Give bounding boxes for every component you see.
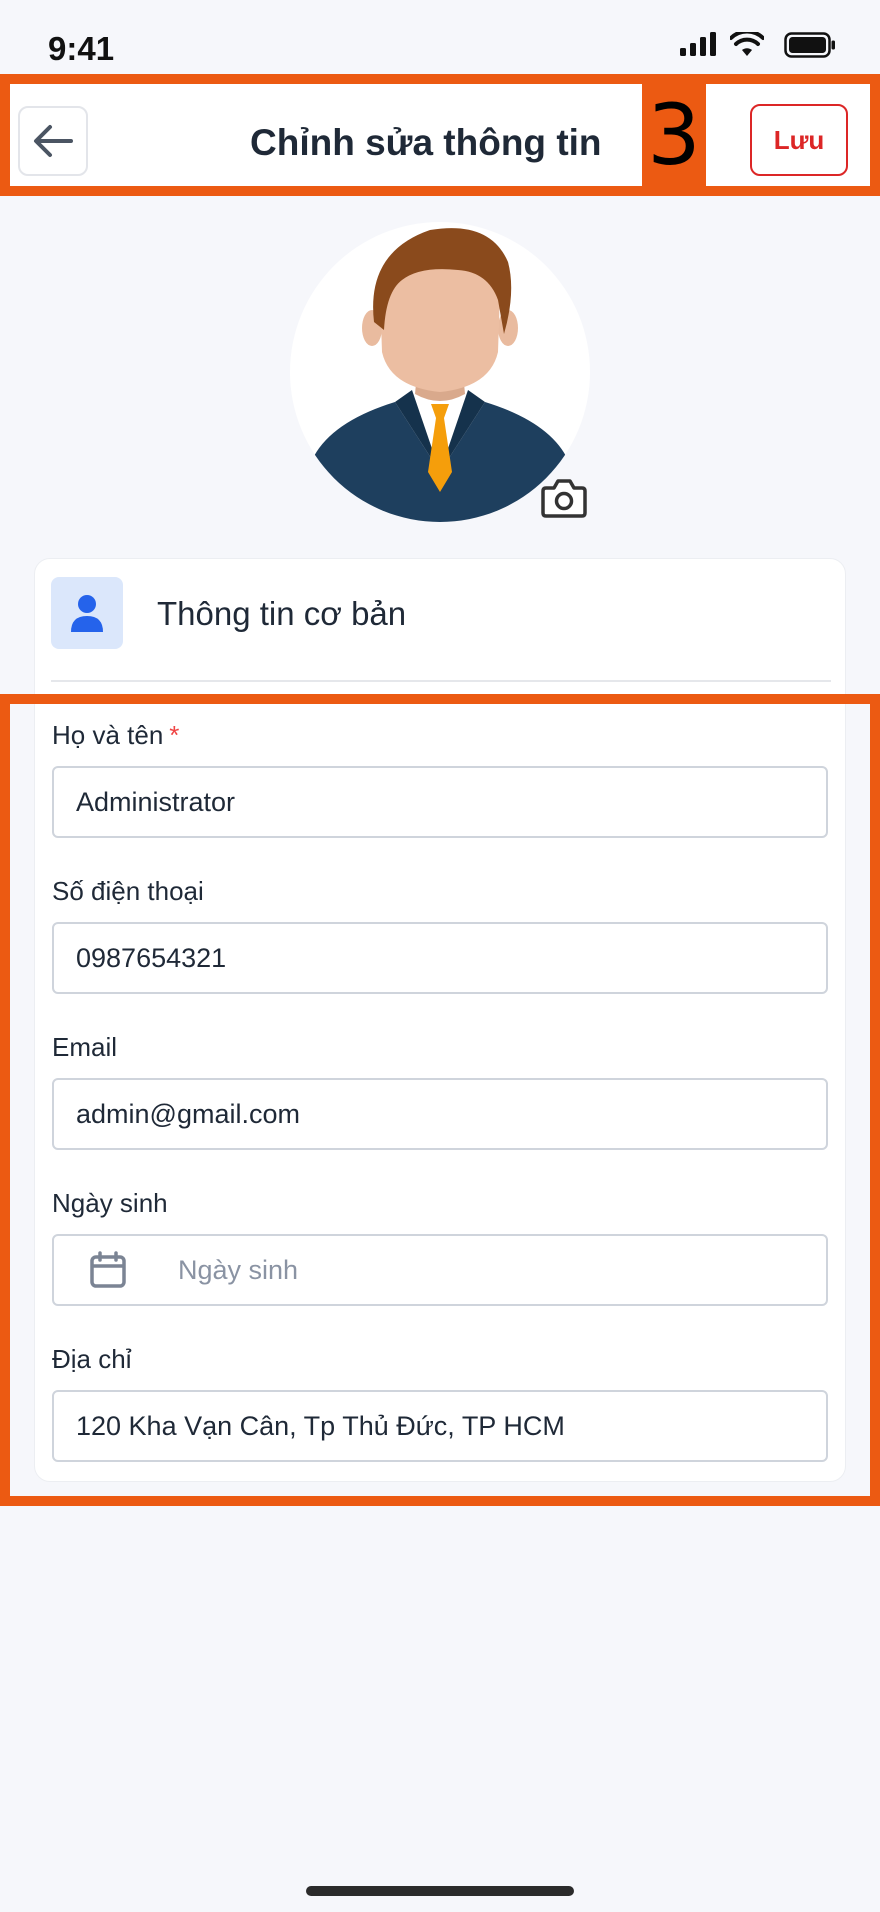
full-name-value: Administrator: [76, 786, 236, 817]
page-title: Chỉnh sửa thông tin: [250, 122, 602, 163]
save-button[interactable]: Lưu: [750, 104, 848, 176]
birthday-placeholder: Ngày sinh: [178, 1254, 299, 1285]
arrow-left-icon: [34, 125, 73, 157]
phone-input[interactable]: 0987654321: [52, 922, 828, 994]
status-time: 9:41: [48, 30, 115, 67]
address-input[interactable]: 120 Kha Vạn Cân, Tp Thủ Đức, TP HCM: [52, 1390, 828, 1462]
phone-value: 0987654321: [76, 942, 227, 973]
section-header: Thông tin cơ bản: [35, 559, 847, 682]
change-avatar-button[interactable]: [540, 476, 588, 520]
section-icon-box: [51, 577, 123, 649]
signal-icon: [680, 32, 716, 56]
phone-label: Số điện thoại: [52, 876, 204, 906]
email-label: Email: [52, 1032, 118, 1062]
section-title: Thông tin cơ bản: [157, 595, 407, 632]
calendar-icon: [90, 1251, 126, 1288]
email-value: admin@gmail.com: [76, 1098, 300, 1129]
step-badge: 3: [642, 82, 706, 188]
email-input[interactable]: admin@gmail.com: [52, 1078, 828, 1150]
wifi-icon: [730, 32, 764, 56]
header-bar: Chỉnh sửa thông tin 3 Lưu: [0, 74, 880, 196]
full-name-input[interactable]: Administrator: [52, 766, 828, 838]
status-bar: 9:41: [0, 0, 880, 74]
camera-icon: [541, 479, 587, 518]
back-button[interactable]: [18, 106, 88, 176]
section-divider: [51, 680, 831, 682]
user-icon: [71, 595, 103, 632]
full-name-label-text: Họ và tên: [52, 720, 164, 750]
home-indicator: [306, 1886, 574, 1896]
address-value: 120 Kha Vạn Cân, Tp Thủ Đức, TP HCM: [76, 1410, 565, 1441]
required-mark: *: [169, 720, 180, 750]
address-label: Địa chỉ: [52, 1344, 132, 1374]
full-name-label: Họ và tên *: [52, 720, 179, 751]
birthday-label: Ngày sinh: [52, 1188, 168, 1218]
birthday-input[interactable]: Ngày sinh: [52, 1234, 828, 1306]
battery-icon: [784, 32, 835, 58]
